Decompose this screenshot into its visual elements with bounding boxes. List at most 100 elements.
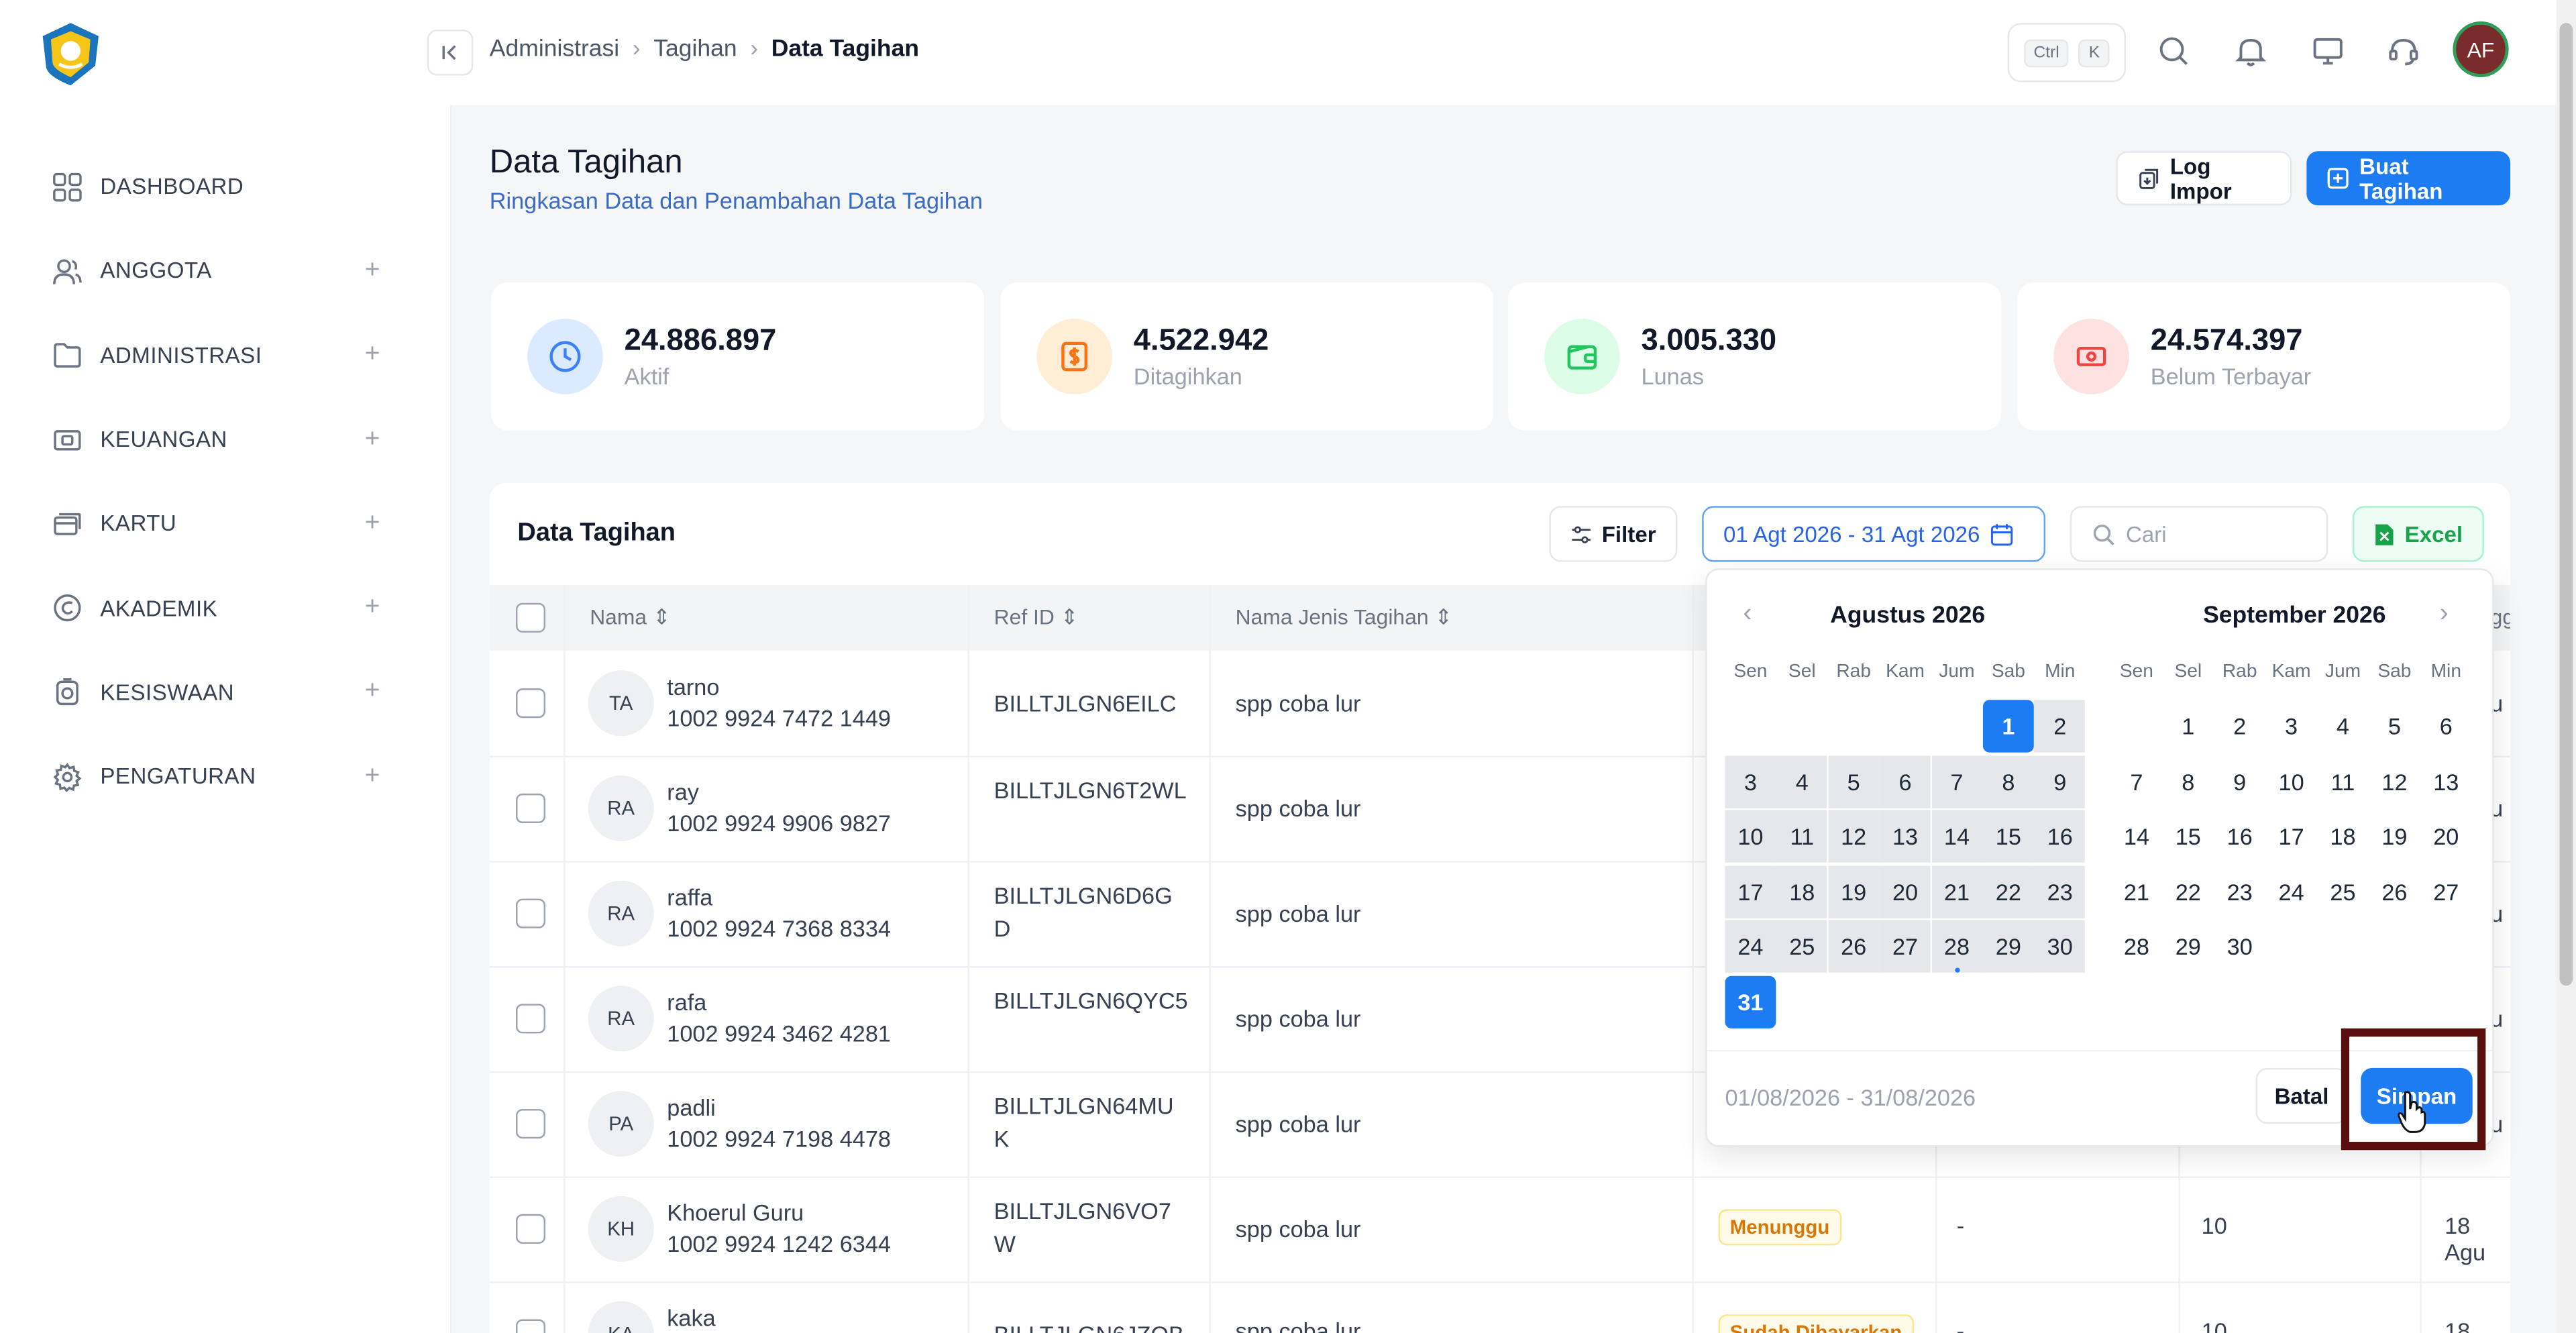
calendar-day[interactable]: 9	[2034, 755, 2086, 808]
col-nama-jenis-tagihan[interactable]: Nama Jenis Tagihan ⇕	[1236, 604, 1452, 631]
calendar-day[interactable]: 23	[2034, 865, 2086, 918]
calendar-day[interactable]: 17	[1725, 865, 1776, 918]
calendar-day[interactable]: 13	[1880, 810, 1931, 863]
calendar-day[interactable]: 5	[1828, 755, 1880, 808]
calendar-day[interactable]: 29	[1982, 920, 2034, 973]
command-palette-shortcut[interactable]: Ctrl K	[2007, 23, 2127, 83]
calendar-day[interactable]: 22	[1982, 865, 2034, 918]
calendar-day[interactable]: 10	[2266, 755, 2317, 807]
calendar-day[interactable]: 15	[2163, 810, 2214, 862]
scrollbar-thumb[interactable]	[2559, 23, 2573, 986]
row-checkbox[interactable]	[515, 793, 546, 823]
breadcrumb-tagihan[interactable]: Tagihan	[653, 36, 737, 62]
row-checkbox[interactable]	[515, 1319, 546, 1333]
calendar-day[interactable]: 26	[2369, 865, 2420, 917]
calendar-day[interactable]: 28	[2111, 920, 2162, 972]
select-all-checkbox[interactable]	[515, 602, 546, 633]
col-nama[interactable]: Nama ⇕	[590, 604, 671, 631]
calendar-day[interactable]: 8	[1982, 755, 2034, 808]
calendar-day[interactable]: 3	[2266, 700, 2317, 752]
calendar-day[interactable]: 31	[1725, 975, 1776, 1028]
calendar-day[interactable]: 11	[1776, 810, 1828, 863]
collapse-sidebar-button[interactable]	[427, 30, 474, 76]
sidebar-item-anggota[interactable]: ANGGOTA +	[0, 229, 450, 313]
calendar-day[interactable]: 19	[1828, 865, 1880, 918]
calendar-day[interactable]: 9	[2214, 755, 2265, 807]
sidebar-item-kesiswaan[interactable]: KESISWAAN +	[0, 650, 450, 735]
sidebar-item-administrasi[interactable]: ADMINISTRASI +	[0, 313, 450, 398]
table-row[interactable]: KH Khoerul Guru 1002 9924 1242 6344 BILLT…	[489, 1176, 2511, 1283]
calendar-day[interactable]: 10	[1725, 810, 1776, 863]
monitor-icon[interactable]	[2310, 33, 2346, 69]
user-avatar[interactable]: AF	[2453, 21, 2509, 78]
calendar-day[interactable]: 2	[2214, 700, 2265, 752]
calendar-day[interactable]: 2	[2034, 700, 2086, 753]
calendar-day[interactable]: 19	[2369, 810, 2420, 862]
calendar-day[interactable]: 7	[2111, 755, 2162, 807]
support-icon[interactable]	[2385, 33, 2422, 69]
expand-icon[interactable]: +	[365, 256, 380, 286]
calendar-day[interactable]: 20	[1880, 865, 1931, 918]
calendar-day[interactable]: 6	[2420, 700, 2471, 752]
expand-icon[interactable]: +	[365, 509, 380, 539]
row-checkbox[interactable]	[515, 688, 546, 718]
calendar-day[interactable]: 5	[2369, 700, 2420, 752]
calendar-day[interactable]: 4	[1776, 755, 1828, 808]
expand-icon[interactable]: +	[365, 425, 380, 454]
calendar-day[interactable]: 11	[2318, 755, 2369, 807]
row-checkbox[interactable]	[515, 1109, 546, 1139]
calendar-day[interactable]: 4	[2318, 700, 2369, 752]
calendar-day[interactable]: 25	[1776, 920, 1828, 973]
calendar-day[interactable]: 24	[2266, 865, 2317, 917]
expand-icon[interactable]: +	[365, 593, 380, 623]
expand-icon[interactable]: +	[365, 678, 380, 707]
calendar-day[interactable]: 18	[1776, 865, 1828, 918]
expand-icon[interactable]: +	[365, 762, 380, 792]
sidebar-item-pengaturan[interactable]: PENGATURAN +	[0, 735, 450, 819]
row-checkbox[interactable]	[515, 898, 546, 928]
calendar-day[interactable]: 6	[1880, 755, 1931, 808]
calendar-day[interactable]: 16	[2214, 810, 2265, 862]
next-month-icon[interactable]: ›	[2440, 600, 2449, 629]
calendar-day[interactable]: 30	[2214, 920, 2265, 972]
search-icon[interactable]	[2155, 33, 2192, 69]
bell-icon[interactable]	[2233, 33, 2269, 69]
batal-button[interactable]: Batal	[2255, 1067, 2348, 1124]
calendar-day[interactable]: 22	[2163, 865, 2214, 917]
calendar-day[interactable]: 26	[1828, 920, 1880, 973]
calendar-day[interactable]: 30	[2034, 920, 2086, 973]
calendar-day[interactable]: 1	[1982, 700, 2034, 753]
calendar-day[interactable]: 28	[1931, 920, 1982, 973]
calendar-day[interactable]: 20	[2420, 810, 2471, 862]
calendar-day[interactable]: 14	[1931, 810, 1982, 863]
calendar-day[interactable]: 13	[2420, 755, 2471, 807]
date-range-picker[interactable]: 01 Agt 2026 - 31 Agt 2026	[1702, 506, 2046, 562]
breadcrumb-administrasi[interactable]: Administrasi	[490, 36, 619, 62]
table-row[interactable]: KA kaka BILLTJLGN6JZQB spp coba lur Suda…	[490, 1281, 2510, 1333]
calendar-day[interactable]: 27	[1880, 920, 1931, 973]
calendar-day[interactable]: 16	[2034, 810, 2086, 863]
calendar-day[interactable]: 21	[1931, 865, 1982, 918]
calendar-day[interactable]: 12	[1828, 810, 1880, 863]
row-checkbox[interactable]	[515, 1004, 546, 1034]
calendar-day[interactable]: 3	[1725, 755, 1776, 808]
expand-icon[interactable]: +	[365, 341, 380, 370]
sidebar-item-kartu[interactable]: KARTU +	[0, 482, 450, 566]
calendar-day[interactable]: 21	[2111, 865, 2162, 917]
calendar-day[interactable]: 18	[2318, 810, 2369, 862]
col-ref-id[interactable]: Ref ID ⇕	[994, 604, 1079, 631]
calendar-day[interactable]: 12	[2369, 755, 2420, 807]
calendar-day[interactable]: 8	[2163, 755, 2214, 807]
sidebar-item-akademik[interactable]: AKADEMIK +	[0, 566, 450, 651]
calendar-day[interactable]: 1	[2163, 700, 2214, 752]
calendar-day[interactable]: 27	[2420, 865, 2471, 917]
row-checkbox[interactable]	[515, 1214, 546, 1244]
filter-button[interactable]: Filter	[1549, 506, 1678, 562]
excel-export-button[interactable]: Excel	[2352, 506, 2484, 562]
calendar-day[interactable]: 29	[2163, 920, 2214, 972]
calendar-day[interactable]: 17	[2266, 810, 2317, 862]
calendar-day[interactable]: 14	[2111, 810, 2162, 862]
page-scrollbar[interactable]	[2556, 0, 2576, 1333]
search-input[interactable]: Cari	[2070, 506, 2328, 562]
log-impor-button[interactable]: Log Impor	[2116, 151, 2292, 206]
